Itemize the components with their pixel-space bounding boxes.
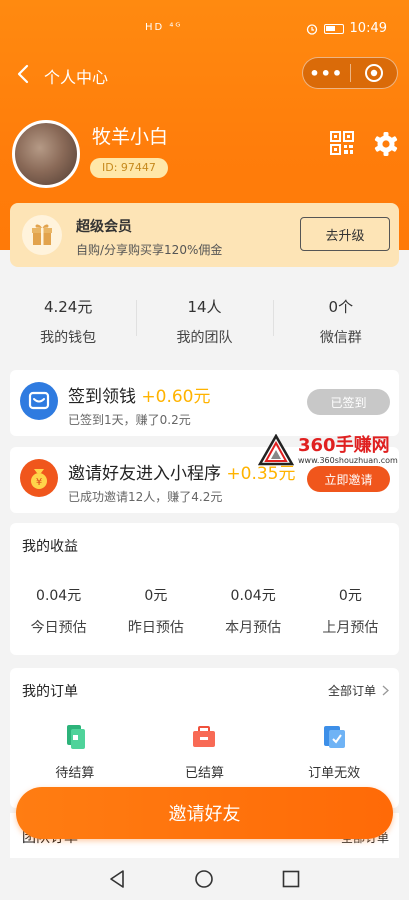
orders-title: 我的订单 (22, 684, 78, 700)
invite-task-subtitle: 已成功邀请12人，赚了4.2元 (68, 490, 223, 504)
upgrade-button[interactable]: 去升级 (300, 217, 390, 251)
system-navigation-bar (0, 858, 409, 900)
checkin-title: 签到领钱 (68, 387, 136, 407)
checkin-title-row: 签到领钱 +0.60元 (68, 382, 211, 407)
user-id-badge[interactable]: ID: 97447 (90, 158, 168, 178)
order-invalid-label: 订单无效 (308, 766, 361, 781)
page-title: 个人中心 (44, 68, 109, 87)
invite-friends-button[interactable]: 邀请好友 (16, 787, 393, 839)
earning-yesterday-label: 昨日预估 (127, 620, 184, 636)
chevron-right-icon (382, 685, 389, 696)
order-invalid-item[interactable]: 订单无效 (274, 724, 394, 781)
wechat-group-stat[interactable]: 0个 微信群 (272, 280, 409, 356)
status-bar: HD ⁴ᴳ 10:49 (0, 18, 409, 42)
vip-subtitle: 自购/分享购买享120%佣金 (76, 243, 223, 257)
vip-card: 超级会员 自购/分享购买享120%佣金 去升级 (10, 203, 399, 267)
earning-this-month-label: 本月预估 (225, 620, 282, 636)
avatar[interactable] (12, 120, 80, 188)
money-bag-icon: ¥ (31, 469, 47, 489)
more-button[interactable]: ••• (303, 64, 350, 83)
earning-today-value: 0.04元 (36, 588, 82, 604)
order-pending-label: 待结算 (55, 766, 95, 781)
chevron-left-icon (17, 64, 29, 84)
earnings-card: 我的收益 0.04元 今日预估 0元 昨日预估 0.04元 本月预估 0元 上月… (10, 523, 399, 655)
nav-back-icon[interactable] (108, 869, 126, 889)
alarm-icon (306, 23, 317, 35)
battery-icon (323, 23, 344, 34)
vip-title: 超级会员 (76, 219, 132, 235)
target-icon (364, 64, 383, 82)
team-value: 14人 (187, 298, 222, 316)
watermark-logo-icon (258, 434, 294, 466)
pending-settlement-icon (66, 725, 85, 749)
qr-code-icon[interactable] (330, 131, 354, 155)
invalid-order-icon (324, 726, 346, 748)
vip-gift-container (22, 215, 62, 255)
status-right: 10:49 (306, 21, 387, 36)
watermark-title: 360手赚网 (298, 435, 390, 456)
checked-in-button[interactable]: 已签到 (307, 389, 390, 415)
earning-today-label: 今日预估 (30, 620, 87, 636)
earning-last-month-label: 上月预估 (322, 620, 379, 636)
checkin-subtitle: 已签到1天，赚了0.2元 (68, 413, 191, 427)
order-invalid-icon-wrap (274, 724, 394, 752)
wallet-stat[interactable]: 4.24元 我的钱包 (0, 280, 136, 356)
earnings-title: 我的收益 (22, 539, 78, 555)
all-orders-link[interactable]: 全部订单 (328, 682, 389, 699)
wallet-label: 我的钱包 (40, 330, 97, 346)
checkin-icon (28, 391, 50, 410)
wechat-group-label: 微信群 (319, 330, 362, 346)
nav-home-icon[interactable] (194, 869, 214, 889)
all-orders-label: 全部订单 (327, 684, 376, 698)
earning-last-month[interactable]: 0元 上月预估 (302, 585, 399, 637)
back-button[interactable] (12, 61, 34, 87)
wechat-group-value: 0个 (328, 298, 354, 316)
settled-icon (193, 726, 216, 747)
earning-this-month-value: 0.04元 (230, 588, 276, 604)
order-status-row: 待结算 已结算 订单无效 (10, 724, 399, 781)
signal-icons: HD ⁴ᴳ (145, 22, 183, 33)
svg-text:¥: ¥ (36, 477, 42, 488)
nav-recents-icon[interactable] (282, 870, 300, 888)
earning-this-month[interactable]: 0.04元 本月预估 (205, 585, 302, 637)
earning-yesterday-value: 0元 (144, 588, 168, 604)
order-settled-icon-wrap (144, 724, 264, 752)
earning-yesterday[interactable]: 0元 昨日预估 (107, 585, 204, 637)
navbar: 个人中心 ••• (0, 55, 409, 95)
username: 牧羊小白 (92, 126, 169, 148)
miniprogram-capsule: ••• (302, 57, 398, 89)
order-settled-label: 已结算 (184, 766, 224, 781)
stats-row: 4.24元 我的钱包 14人 我的团队 0个 微信群 (0, 280, 409, 356)
gear-icon[interactable] (373, 131, 399, 157)
watermark-url: www.360shouzhuan.com (298, 456, 398, 465)
earning-today[interactable]: 0.04元 今日预估 (10, 585, 107, 637)
gift-icon (32, 224, 52, 245)
team-stat[interactable]: 14人 我的团队 (136, 280, 272, 356)
checkin-bonus: +0.60元 (141, 387, 211, 407)
invite-task-title: 邀请好友进入小程序 (68, 464, 221, 484)
checkin-icon-container (20, 382, 58, 420)
earnings-row: 0.04元 今日预估 0元 昨日预估 0.04元 本月预估 0元 上月预估 (10, 585, 399, 637)
status-time: 10:49 (349, 21, 387, 36)
money-bag-icon-container: ¥ (20, 459, 58, 497)
order-pending-item[interactable]: 待结算 (15, 724, 135, 781)
order-settled-item[interactable]: 已结算 (144, 724, 264, 781)
watermark: 360手赚网 www.360shouzhuan.com (256, 432, 406, 470)
order-pending-icon-wrap (15, 724, 135, 752)
earning-last-month-value: 0元 (338, 588, 362, 604)
close-miniprogram-button[interactable] (350, 63, 397, 83)
team-label: 我的团队 (176, 330, 233, 346)
wallet-value: 4.24元 (43, 298, 93, 316)
checkin-card: 签到领钱 +0.60元 已签到1天，赚了0.2元 已签到 (10, 370, 399, 436)
